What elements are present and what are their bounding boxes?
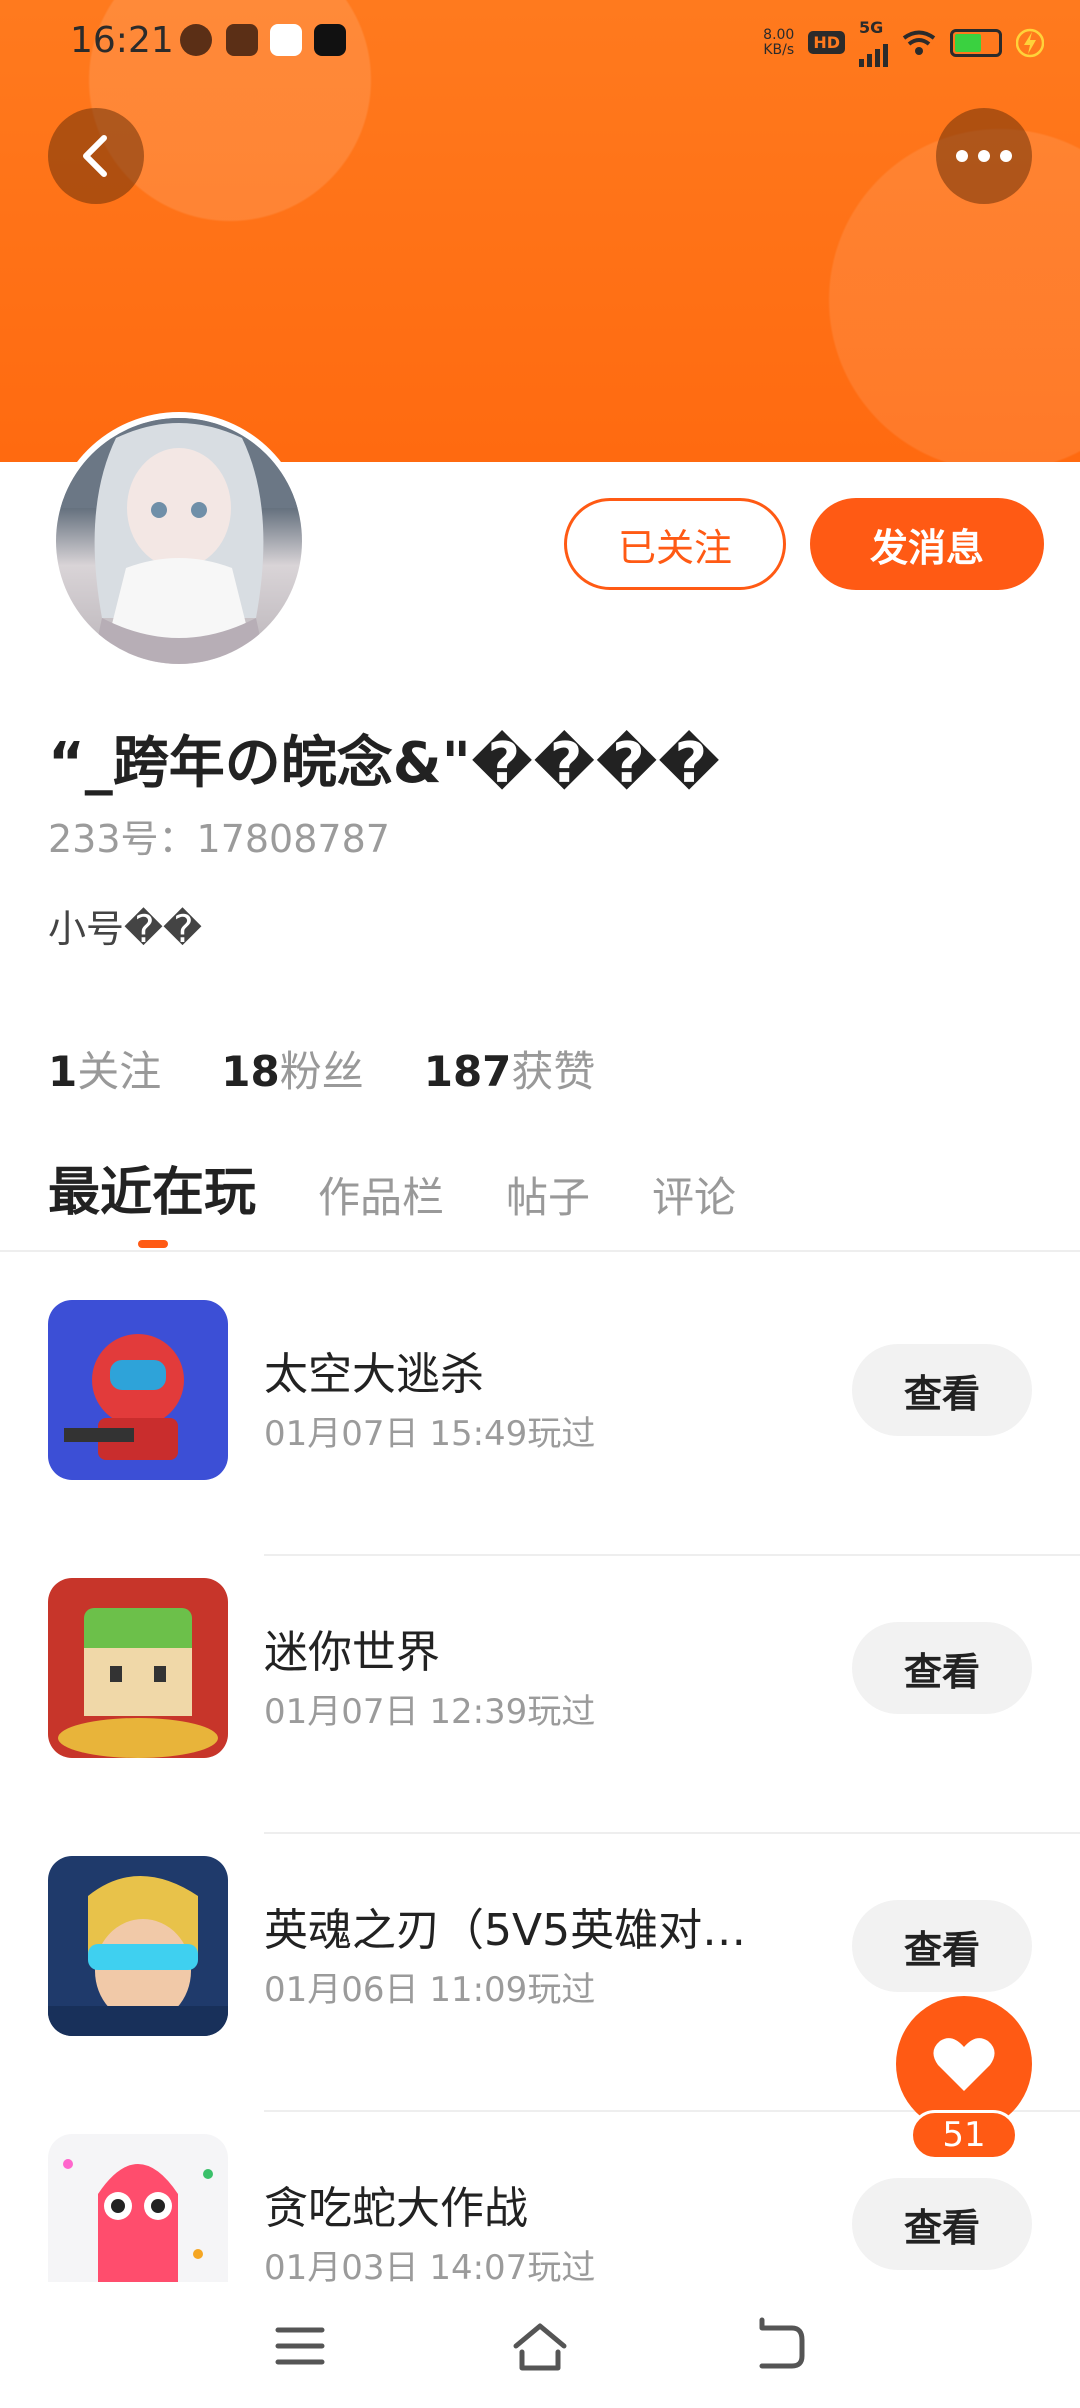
followed-button[interactable]: 已关注 — [564, 498, 786, 590]
net-speed: 8.00 KB/s — [763, 26, 795, 58]
more-button[interactable] — [936, 108, 1032, 204]
charging-icon — [1016, 28, 1044, 57]
stat-fans[interactable]: 18粉丝 — [221, 1038, 363, 1099]
game-name: 太空大逃杀 — [264, 1349, 484, 1400]
signal-icon: 5G — [859, 18, 888, 67]
game-icon — [48, 1578, 228, 1758]
user-bio: 小号�� — [48, 907, 202, 951]
game-played-time: 01月07日 12:39玩过 — [264, 1692, 596, 1732]
user-id: 233号：17808787 — [48, 817, 390, 861]
avatar[interactable] — [50, 412, 308, 670]
view-button[interactable]: 查看 — [852, 2178, 1032, 2270]
tab-comments[interactable]: 评论 — [652, 1164, 736, 1225]
avatar-image — [56, 418, 302, 664]
baidu-app-icon — [270, 24, 302, 56]
home-icon[interactable] — [510, 2316, 570, 2376]
game-name: 迷你世界 — [264, 1627, 440, 1678]
chevron-left-icon — [83, 135, 107, 177]
heart-icon — [933, 2038, 995, 2091]
tab-posts[interactable]: 帖子 — [506, 1164, 590, 1225]
more-dots-icon — [956, 150, 1012, 162]
system-nav-bar — [0, 2282, 1080, 2408]
tiktok-app-icon — [314, 24, 346, 56]
hd-badge: HD — [808, 31, 845, 54]
profile-stats: 1关注 18粉丝 187获赞 — [48, 1038, 595, 1099]
profile-header-banner: 16:21 8.00 KB/s HD 5G — [0, 0, 1080, 462]
stat-likes[interactable]: 187获赞 — [424, 1038, 596, 1099]
game-played-time: 01月06日 11:09玩过 — [264, 1970, 596, 2010]
status-bar: 16:21 8.00 KB/s HD 5G — [0, 0, 1080, 84]
game-name: 英魂之刃（5V5英雄对… — [264, 1905, 747, 1956]
tab-works[interactable]: 作品栏 — [318, 1164, 444, 1225]
game-icon — [48, 1300, 228, 1480]
game-icon — [48, 1856, 228, 2036]
back-nav-icon[interactable] — [750, 2316, 810, 2376]
tab-recently-played[interactable]: 最近在玩 — [48, 1150, 256, 1225]
user-nickname: “_跨年の皖念&"���� — [48, 731, 721, 796]
send-message-button[interactable]: 发消息 — [810, 498, 1044, 590]
stat-following[interactable]: 1关注 — [48, 1038, 161, 1099]
wifi-icon — [902, 30, 936, 55]
game-list: 太空大逃杀 01月07日 15:49玩过 查看 迷你世界 01月07日 12:3… — [0, 1278, 1080, 2390]
view-button[interactable]: 查看 — [852, 1622, 1032, 1714]
game-played-time: 01月07日 15:49玩过 — [264, 1414, 596, 1454]
view-button[interactable]: 查看 — [852, 1344, 1032, 1436]
notification-app-icon — [180, 24, 212, 56]
active-tab-indicator — [138, 1240, 168, 1248]
notification-app-icon — [226, 24, 258, 56]
view-button[interactable]: 查看 — [852, 1900, 1032, 1992]
list-item[interactable]: 太空大逃杀 01月07日 15:49玩过 查看 — [0, 1278, 1080, 1556]
back-button[interactable] — [48, 108, 144, 204]
game-name: 贪吃蛇大作战 — [264, 2183, 528, 2234]
list-item[interactable]: 迷你世界 01月07日 12:39玩过 查看 — [0, 1556, 1080, 1834]
like-count-badge: 51 — [910, 2110, 1018, 2160]
battery-icon — [950, 28, 1002, 57]
menu-icon[interactable] — [270, 2316, 330, 2376]
divider — [0, 1250, 1080, 1252]
status-time: 16:21 — [70, 20, 174, 61]
profile-tabs: 最近在玩 作品栏 帖子 评论 — [48, 1150, 736, 1225]
